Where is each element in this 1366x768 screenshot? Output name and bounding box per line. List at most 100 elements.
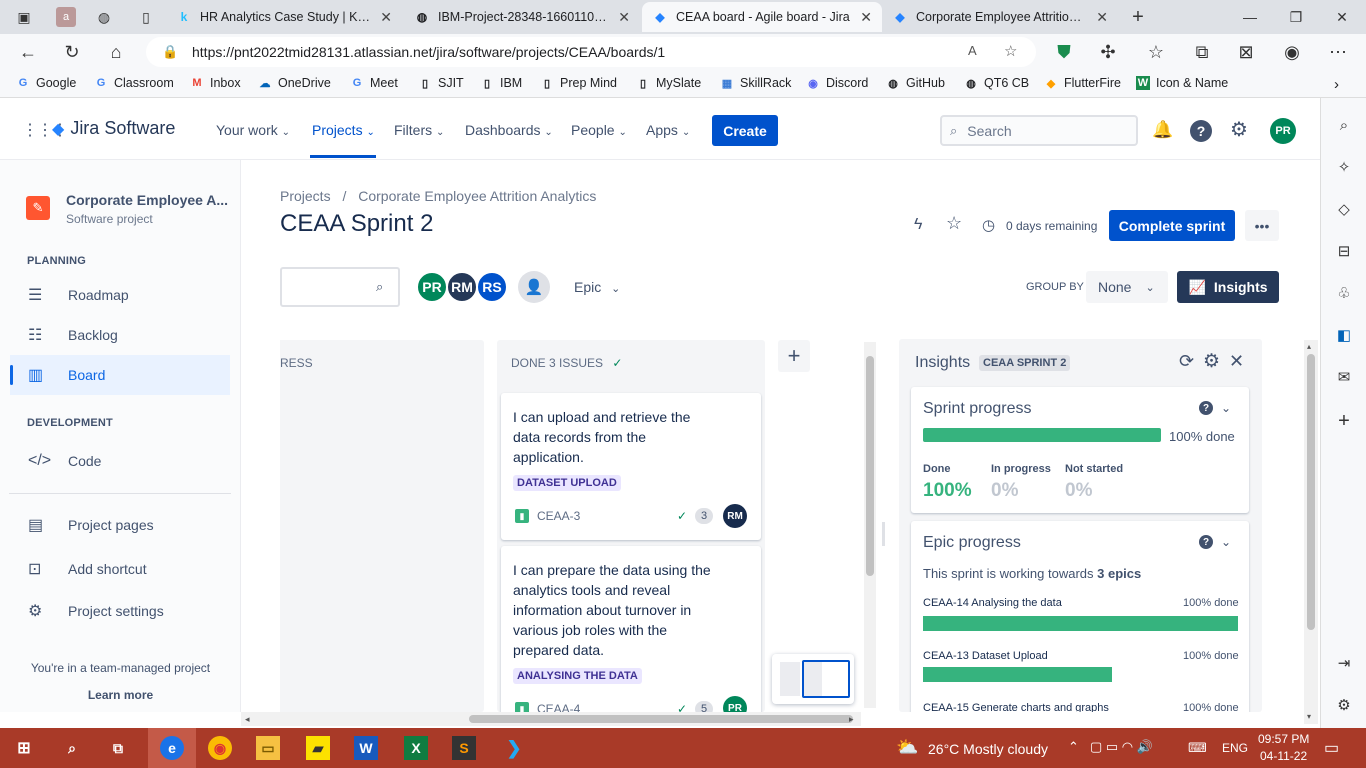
- issue-key[interactable]: CEAA-4: [537, 702, 580, 712]
- bookmark-prep-mind[interactable]: ▯ Prep Mind: [540, 76, 617, 90]
- games-icon[interactable]: ♧: [1333, 282, 1355, 304]
- bookmark-discord[interactable]: ◉ Discord: [806, 76, 868, 90]
- bookmark-skillrack[interactable]: ▦ SkillRack: [720, 76, 792, 90]
- tab-jira-board[interactable]: ◆ CEAA board - Agile board - Jira ✕: [642, 2, 882, 32]
- vscode-icon[interactable]: ❯: [502, 736, 526, 760]
- add-icon[interactable]: +: [1333, 410, 1355, 432]
- sidebar-item-project-pages[interactable]: ▤ Project pages: [10, 505, 230, 545]
- bookmark-myslate[interactable]: ▯ MySlate: [636, 76, 701, 90]
- edge-icon[interactable]: e: [160, 736, 184, 760]
- sidebar-item-code[interactable]: </> Code: [10, 441, 230, 481]
- more-actions-button[interactable]: •••: [1245, 210, 1279, 241]
- bookmark-google[interactable]: G Google: [16, 76, 77, 90]
- github-tab-icon[interactable]: ◍: [94, 7, 114, 27]
- amazon-tab-icon[interactable]: a: [56, 7, 76, 27]
- nav-filters[interactable]: Filters ⌄: [394, 122, 444, 138]
- clock-date[interactable]: 04-11-22: [1260, 749, 1307, 763]
- reload-icon[interactable]: ↻: [60, 40, 84, 64]
- issue-card[interactable]: I can prepare the data using the analyti…: [501, 546, 761, 712]
- help-icon[interactable]: ?: [1190, 120, 1212, 142]
- shield-icon[interactable]: ⛊: [1052, 40, 1076, 64]
- menu-dots-icon[interactable]: ⋯: [1326, 40, 1350, 64]
- nav-apps[interactable]: Apps ⌄: [646, 122, 690, 138]
- sublime-icon[interactable]: S: [452, 736, 476, 760]
- settings-gear-icon[interactable]: ⚙: [1230, 117, 1248, 142]
- notification-center-icon[interactable]: ▭: [1324, 738, 1339, 758]
- breadcrumb-project[interactable]: Corporate Employee Attrition Analytics: [358, 188, 596, 204]
- new-tab-icon[interactable]: +: [1128, 6, 1148, 28]
- issue-key[interactable]: CEAA-3: [537, 509, 580, 523]
- jira-logo[interactable]: ◆ Jira Software: [52, 118, 175, 139]
- bookmark-inbox[interactable]: M Inbox: [190, 76, 240, 90]
- sticky-notes-icon[interactable]: ▰: [306, 736, 330, 760]
- scrollbar-thumb[interactable]: [866, 356, 874, 576]
- assignee-avatar[interactable]: RM: [723, 504, 747, 528]
- search-icon[interactable]: ⌕: [60, 736, 84, 760]
- sidebar-item-add-shortcut[interactable]: ⊡ Add shortcut: [10, 549, 230, 589]
- user-avatar[interactable]: PR: [1270, 118, 1296, 144]
- nav-people[interactable]: People ⌄: [571, 122, 627, 138]
- add-column-button[interactable]: +: [778, 340, 810, 372]
- bookmark-flutterfire[interactable]: ◆ FlutterFire: [1044, 76, 1121, 90]
- board-search-input[interactable]: ⌕: [280, 267, 400, 307]
- tab-github-project[interactable]: ◍ IBM-Project-28348-1660110865 ✕: [404, 2, 640, 32]
- page-tab-icon[interactable]: ▯: [136, 7, 156, 27]
- assignee-avatar[interactable]: PR: [723, 696, 747, 712]
- chevron-down-icon[interactable]: ⌄: [1221, 535, 1231, 549]
- office-icon[interactable]: ◧: [1333, 324, 1355, 346]
- tab-kaggle[interactable]: k HR Analytics Case Study | Kaggle ✕: [166, 2, 402, 32]
- avatar-filter-rm[interactable]: RM: [446, 271, 478, 303]
- chrome-icon[interactable]: ◉: [208, 736, 232, 760]
- window-close-icon[interactable]: ✕: [1332, 7, 1352, 27]
- math-solver-icon[interactable]: ⊠: [1234, 40, 1258, 64]
- read-aloud-icon[interactable]: A: [968, 43, 977, 58]
- outlook-icon[interactable]: ✉: [1333, 366, 1355, 388]
- minimize-icon[interactable]: —: [1240, 7, 1260, 27]
- scroll-left-icon[interactable]: ◂: [245, 714, 250, 725]
- board-scrollbar[interactable]: [864, 342, 876, 708]
- excel-icon[interactable]: X: [404, 736, 428, 760]
- bookmark-icon-name[interactable]: W Icon & Name: [1136, 76, 1228, 90]
- project-name[interactable]: Corporate Employee A...: [66, 192, 228, 208]
- group-by-select[interactable]: None ⌄: [1086, 271, 1168, 303]
- nav-your-work[interactable]: Your work ⌄: [216, 122, 290, 138]
- close-icon[interactable]: ✕: [1096, 9, 1108, 26]
- windows-start-icon[interactable]: ⊞: [12, 736, 36, 760]
- weather-text[interactable]: 26°C Mostly cloudy: [928, 741, 1048, 757]
- insights-button[interactable]: 📈 Insights: [1177, 271, 1279, 303]
- scroll-down-icon[interactable]: ▾: [1307, 712, 1311, 721]
- create-button[interactable]: Create: [712, 115, 778, 146]
- avatar-filter-rs[interactable]: RS: [476, 271, 508, 303]
- panel-toggle-icon[interactable]: ⇥: [1333, 652, 1355, 674]
- board-minimap[interactable]: [772, 654, 854, 704]
- bookmark-ibm[interactable]: ▯ IBM: [480, 76, 522, 90]
- url-input[interactable]: 🔒 https://pnt2022tmid28131.atlassian.net…: [146, 37, 1036, 67]
- help-icon[interactable]: ?: [1199, 535, 1213, 549]
- epic-name[interactable]: CEAA-13 Dataset Upload: [923, 650, 1048, 662]
- tray-icons[interactable]: ▢ ▭ ◠ 🔊: [1090, 739, 1153, 755]
- complete-sprint-button[interactable]: Complete sprint: [1109, 210, 1235, 241]
- tray-chevron-icon[interactable]: ⌃: [1068, 739, 1079, 755]
- collections-icon[interactable]: ⧉: [1190, 40, 1214, 64]
- scroll-right-icon[interactable]: ▸: [849, 714, 854, 725]
- epic-name[interactable]: CEAA-14 Analysing the data: [923, 597, 1062, 609]
- close-icon[interactable]: ✕: [380, 9, 392, 26]
- clock-time[interactable]: 09:57 PM: [1258, 732, 1309, 746]
- bookmark-onedrive[interactable]: ☁ OneDrive: [258, 76, 331, 90]
- epic-name[interactable]: CEAA-15 Generate charts and graphs: [923, 702, 1109, 712]
- close-icon[interactable]: ✕: [1229, 351, 1244, 372]
- search-input[interactable]: ⌕ Search: [940, 115, 1138, 146]
- scrollbar-thumb[interactable]: [469, 715, 853, 723]
- project-avatar-icon[interactable]: ✎: [26, 196, 50, 220]
- nav-dashboards[interactable]: Dashboards ⌄: [465, 122, 553, 138]
- gear-icon[interactable]: ⚙: [1333, 694, 1355, 716]
- sidebar-item-board[interactable]: ▥ Board: [10, 355, 230, 395]
- bookmark-github[interactable]: ◍ GitHub: [886, 76, 945, 90]
- scroll-up-icon[interactable]: ▴: [1307, 342, 1311, 351]
- chevron-down-icon[interactable]: ⌄: [1221, 401, 1231, 415]
- extensions-icon[interactable]: ✣: [1096, 40, 1120, 64]
- file-explorer-icon[interactable]: ▭: [256, 736, 280, 760]
- issue-card[interactable]: I can upload and retrieve the data recor…: [501, 393, 761, 540]
- page-scrollbar[interactable]: ▴ ▾: [1304, 340, 1318, 724]
- keyboard-icon[interactable]: ⌨: [1188, 740, 1207, 756]
